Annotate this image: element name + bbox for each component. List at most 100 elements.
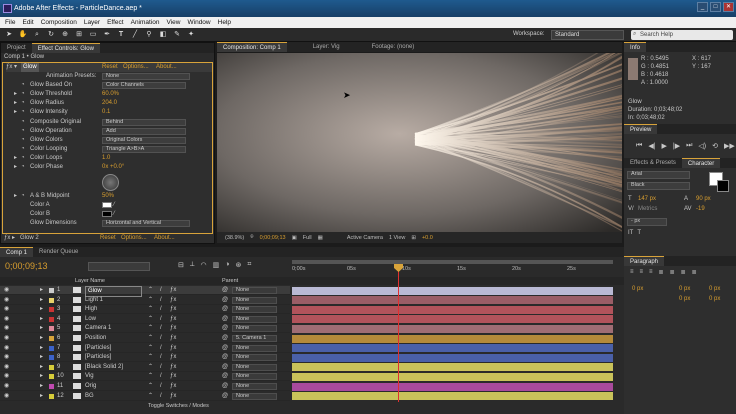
stopwatch-icon[interactable]: ◔ bbox=[21, 154, 25, 163]
parent-select[interactable]: None bbox=[232, 325, 277, 333]
layer-row[interactable]: ◉ ▸ 12 BG ⌃ / ƒx @ None bbox=[0, 392, 290, 401]
space-after-value[interactable]: 0 px bbox=[709, 296, 720, 302]
stopwatch-icon[interactable]: ◔ bbox=[21, 192, 25, 201]
zoom-value[interactable]: (38.9%) bbox=[225, 235, 244, 241]
visibility-eye-icon[interactable]: ◉ bbox=[4, 324, 9, 333]
ram-preview-icon[interactable]: ▶▶ bbox=[724, 142, 735, 150]
shy-switch-icon[interactable]: ⌃ bbox=[148, 334, 153, 343]
tab-composition[interactable]: Composition: Comp 1 bbox=[217, 42, 287, 52]
shy-switch-icon[interactable]: ⌃ bbox=[148, 296, 153, 305]
layer-name[interactable]: Orig bbox=[85, 382, 96, 391]
stopwatch-icon[interactable]: ◔ bbox=[21, 108, 25, 117]
layer-duration-bar[interactable] bbox=[292, 324, 613, 333]
label-color-swatch[interactable] bbox=[49, 393, 54, 399]
justify-all-icon[interactable]: ≣ bbox=[692, 269, 697, 276]
camera-icon[interactable]: ▣ bbox=[292, 235, 297, 241]
font-select[interactable]: Arial bbox=[627, 171, 690, 179]
fx-switch-icon[interactable]: ƒx bbox=[170, 324, 176, 333]
property-dropdown[interactable]: Behind bbox=[102, 118, 186, 126]
expand-arrow-icon[interactable]: ▸ bbox=[40, 286, 43, 295]
collapse-switch-icon[interactable]: / bbox=[160, 296, 162, 305]
resolution-select[interactable]: Full bbox=[303, 235, 312, 241]
menu-item-effect[interactable]: Effect bbox=[107, 19, 124, 26]
expand-arrow-icon[interactable]: ▸ bbox=[14, 99, 17, 108]
effect-header[interactable]: ƒx ▾ Glow Reset Options... About... bbox=[6, 63, 212, 73]
label-color-swatch[interactable] bbox=[49, 297, 54, 303]
tab-info[interactable]: Info bbox=[624, 42, 647, 52]
collapse-switch-icon[interactable]: / bbox=[160, 353, 162, 362]
shy-icon[interactable]: ◠ bbox=[201, 261, 207, 269]
label-color-swatch[interactable] bbox=[49, 288, 54, 293]
visibility-eye-icon[interactable]: ◉ bbox=[4, 363, 9, 372]
layer-row[interactable]: ◉ ▸ 10 Vig ⌃ / ƒx @ None bbox=[0, 372, 290, 382]
collapse-switch-icon[interactable]: / bbox=[160, 392, 162, 401]
kerning-value[interactable]: Metrics bbox=[638, 206, 657, 212]
stopwatch-icon[interactable]: ◔ bbox=[21, 90, 25, 99]
midpoint-value[interactable]: 50% bbox=[102, 192, 114, 201]
brainstorm-icon[interactable]: ⊛ bbox=[236, 261, 242, 269]
layer-row[interactable]: ◉ ▸ 8 [Particles] ⌃ / ƒx @ None bbox=[0, 353, 290, 363]
frame-blending-icon[interactable]: ▥ bbox=[213, 261, 220, 269]
stroke-width-select[interactable]: - px bbox=[627, 218, 667, 226]
parent-select[interactable]: None bbox=[232, 392, 277, 400]
layer-name[interactable]: [Particles] bbox=[85, 344, 111, 353]
indent-right-value[interactable]: 0 px bbox=[679, 286, 690, 292]
menu-item-window[interactable]: Window bbox=[188, 19, 211, 26]
brush-tool-icon[interactable]: ╱ bbox=[130, 30, 140, 40]
presets-dropdown[interactable]: None bbox=[102, 73, 190, 81]
shy-switch-icon[interactable]: ⌃ bbox=[148, 315, 153, 324]
visibility-eye-icon[interactable]: ◉ bbox=[4, 392, 9, 401]
layer-row[interactable]: ◉ ▸ 5 Camera 1 ⌃ / ƒx @ None bbox=[0, 324, 290, 334]
layer-row[interactable]: ◉ ▸ 4 Low ⌃ / ƒx @ None bbox=[0, 315, 290, 324]
property-value[interactable]: 1.0 bbox=[102, 154, 110, 163]
parent-select[interactable]: None bbox=[232, 363, 277, 371]
stopwatch-icon[interactable]: ◔ bbox=[21, 127, 25, 136]
layer-name[interactable]: BG bbox=[85, 392, 94, 401]
comp-mini-flowchart-icon[interactable]: ⊟ bbox=[178, 261, 184, 269]
tab-effect-controls[interactable]: Effect Controls: Glow bbox=[31, 43, 100, 53]
tab-project[interactable]: Project bbox=[1, 43, 32, 53]
expand-arrow-icon[interactable]: ▸ bbox=[40, 334, 43, 343]
shy-switch-icon[interactable]: ⌃ bbox=[148, 392, 153, 401]
shy-switch-icon[interactable]: ⌃ bbox=[148, 324, 153, 333]
menu-item-help[interactable]: Help bbox=[218, 19, 231, 26]
timeline-search-input[interactable] bbox=[88, 262, 150, 271]
tab-paragraph[interactable]: Paragraph bbox=[624, 256, 665, 266]
parent-select[interactable]: None bbox=[232, 296, 277, 304]
layer-duration-bar[interactable] bbox=[292, 353, 613, 362]
label-color-swatch[interactable] bbox=[49, 355, 54, 361]
fx-switch-icon[interactable]: ƒx bbox=[170, 363, 176, 372]
expand-arrow-icon[interactable]: ▸ bbox=[40, 305, 43, 314]
align-right-icon[interactable]: ≡ bbox=[649, 269, 653, 276]
pickwhip-icon[interactable]: @ bbox=[222, 286, 228, 295]
shy-switch-icon[interactable]: ⌃ bbox=[148, 305, 153, 314]
loop-icon[interactable]: ⟲ bbox=[712, 142, 718, 150]
layer-duration-bar[interactable] bbox=[292, 392, 613, 401]
glow2-header[interactable]: ƒx ▸ Glow 2 Reset Options... About... bbox=[1, 234, 214, 243]
expand-arrow-icon[interactable]: ▸ bbox=[14, 90, 17, 99]
about-link[interactable]: About... bbox=[156, 63, 177, 72]
expand-arrow-icon[interactable]: ▸ bbox=[14, 108, 17, 117]
menu-item-animation[interactable]: Animation bbox=[131, 19, 160, 26]
fx-switch-icon[interactable]: ƒx bbox=[170, 372, 176, 381]
collapse-switch-icon[interactable]: / bbox=[160, 315, 162, 324]
parent-select[interactable]: None bbox=[232, 287, 277, 294]
hand-tool-icon[interactable]: ✋ bbox=[18, 30, 28, 40]
stroke-color-swatch[interactable] bbox=[717, 180, 729, 192]
indent-left-value[interactable]: 0 px bbox=[632, 286, 643, 292]
fx-switch-icon[interactable]: ƒx bbox=[170, 296, 176, 305]
expand-arrow-icon[interactable]: ▸ bbox=[40, 324, 43, 333]
roto-tool-icon[interactable]: ✎ bbox=[172, 30, 182, 40]
layer-row[interactable]: ◉ ▸ 1 Glow ⌃ / ƒx @ None bbox=[0, 286, 290, 297]
pickwhip-icon[interactable]: @ bbox=[222, 344, 228, 353]
layer-name[interactable]: Camera 1 bbox=[85, 324, 111, 333]
layer-name[interactable]: High bbox=[85, 305, 97, 314]
parent-select[interactable]: None bbox=[232, 344, 277, 352]
expand-arrow-icon[interactable]: ▸ bbox=[40, 344, 43, 353]
pickwhip-icon[interactable]: @ bbox=[222, 296, 228, 305]
visibility-eye-icon[interactable]: ◉ bbox=[4, 305, 9, 314]
expand-arrow-icon[interactable]: ▸ bbox=[14, 163, 17, 172]
visibility-eye-icon[interactable]: ◉ bbox=[4, 334, 9, 343]
pen-tool-icon[interactable]: ✒ bbox=[102, 30, 112, 40]
layer-row[interactable]: ◉ ▸ 6 Position ⌃ / ƒx @5. Camera 1 bbox=[0, 334, 290, 344]
